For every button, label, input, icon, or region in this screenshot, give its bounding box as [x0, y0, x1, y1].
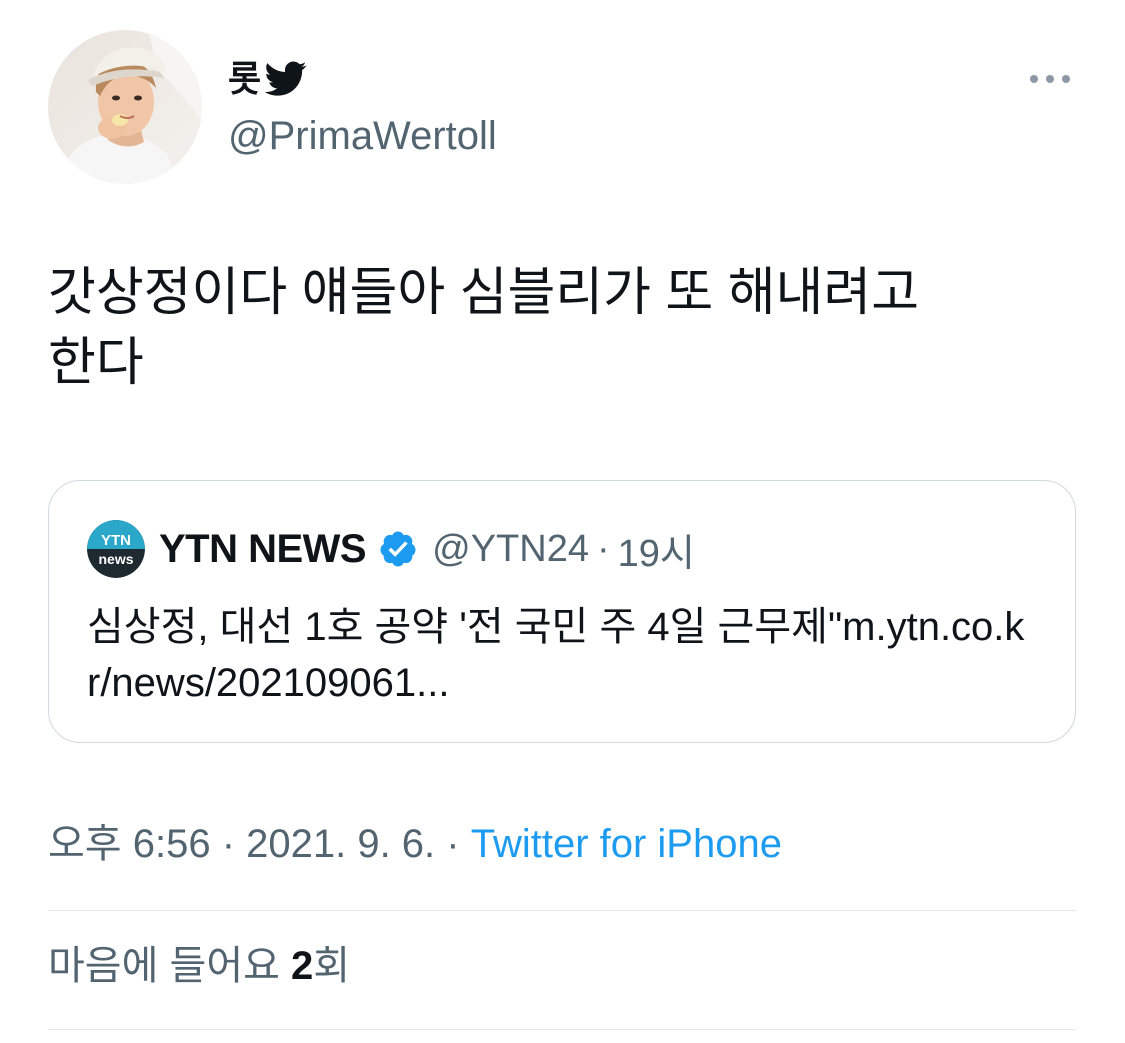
- meta-separator: ·: [210, 822, 247, 866]
- avatar-photo: [48, 30, 202, 184]
- twitter-bird-icon: [265, 61, 307, 96]
- verified-badge-icon: [380, 531, 416, 567]
- quoted-author-handle[interactable]: @YTN24: [432, 528, 589, 571]
- divider: [48, 1029, 1076, 1030]
- quoted-tweet-header: YTN news YTN NEWS @YTN24 · 19시: [87, 520, 695, 578]
- likes-count-row[interactable]: 마음에 들어요 2회: [48, 940, 350, 992]
- quoted-separator: ·: [596, 527, 610, 570]
- author-display-name[interactable]: 롯: [228, 61, 261, 97]
- ytn-logo-top-text: YTN: [101, 532, 131, 549]
- tweet-date[interactable]: 2021. 9. 6.: [246, 822, 435, 866]
- tweet-meta: 오후 6:56 · 2021. 9. 6. · Twitter for iPho…: [48, 818, 782, 870]
- ytn-logo: YTN news: [87, 520, 145, 578]
- likes-label: 마음에 들어요: [48, 944, 280, 988]
- tweet-detail: 롯 @PrimaWertoll 갓상정이다 얘들아 심블리가 또 해내려고 한다…: [0, 0, 1125, 1043]
- author-handle[interactable]: @PrimaWertoll: [228, 112, 497, 160]
- quoted-tweet-text: 심상정, 대선 1호 공약 '전 국민 주 4일 근무제"m.ytn.co.kr…: [87, 605, 1025, 705]
- quoted-tweet-card[interactable]: YTN news YTN NEWS @YTN24 · 19시 심상정, 대선 1…: [48, 480, 1076, 743]
- meta-separator: ·: [435, 822, 471, 866]
- tweet-text: 갓상정이다 얘들아 심블리가 또 해내려고 한다: [48, 264, 920, 392]
- tweet-source-link[interactable]: Twitter for iPhone: [471, 822, 782, 866]
- tweet-time[interactable]: 오후 6:56: [48, 822, 211, 866]
- more-horizontal-icon: [1030, 75, 1070, 83]
- quoted-tweet-time[interactable]: 19시: [618, 522, 695, 577]
- quoted-author-name[interactable]: YTN NEWS: [159, 527, 367, 572]
- author-name-row[interactable]: 롯: [228, 56, 307, 102]
- more-options-button[interactable]: [1024, 64, 1076, 94]
- author-avatar[interactable]: [48, 30, 202, 184]
- likes-count: 2: [291, 944, 314, 988]
- divider: [48, 910, 1076, 911]
- likes-suffix: 회: [313, 944, 351, 988]
- quoted-author-avatar[interactable]: YTN news: [87, 520, 145, 578]
- ytn-logo-bottom-text: news: [98, 551, 133, 567]
